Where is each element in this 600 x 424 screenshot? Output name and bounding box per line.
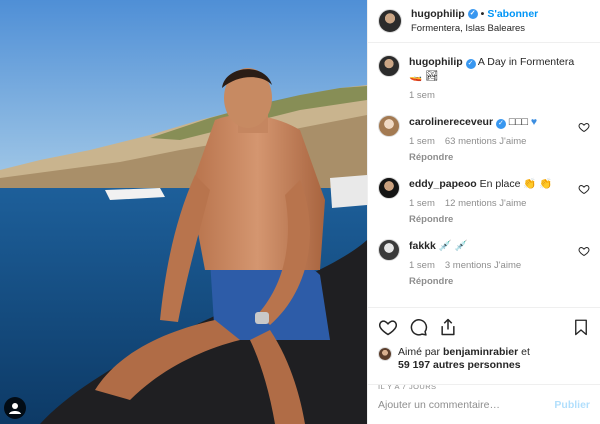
comment-time[interactable]: 1 sem — [409, 135, 435, 149]
heart-icon[interactable] — [378, 317, 398, 337]
image-emoji-icon: 🏞 — [425, 70, 439, 82]
commenter-avatar[interactable] — [378, 239, 400, 261]
photo-image — [0, 0, 367, 424]
likes-conj: et — [521, 346, 530, 358]
comment-icon[interactable] — [408, 317, 428, 337]
boat-emoji-icon: 🚤 — [409, 70, 423, 82]
add-comment-bar: Ajouter un commentaire… Publier — [368, 384, 600, 424]
verified-badge-icon: ✓ — [495, 119, 506, 129]
bookmark-icon[interactable] — [572, 317, 590, 337]
author-avatar[interactable] — [378, 9, 402, 33]
comment-likes[interactable]: 12 mentions J'aime — [445, 197, 527, 211]
post-header: hugophilip ✓ • S'abonner Formentera, Isl… — [368, 0, 600, 43]
liker-username[interactable]: benjaminrabier — [443, 346, 518, 358]
comment-username[interactable]: eddy_papeoo — [409, 178, 477, 190]
caption-time[interactable]: 1 sem — [409, 89, 435, 103]
reply-button[interactable]: Répondre — [409, 151, 578, 165]
comments-list[interactable]: hugophilip ✓ A Day in Formentera 🚤 🏞 1 s… — [368, 43, 600, 307]
location-link[interactable]: Formentera, Islas Baleares — [411, 22, 538, 35]
add-comment-input[interactable]: Ajouter un commentaire… — [378, 399, 554, 411]
like-comment-heart-icon[interactable] — [578, 183, 590, 195]
commenter-avatar[interactable] — [378, 115, 400, 137]
follow-button[interactable]: S'abonner — [487, 8, 538, 21]
comment-username[interactable]: fakkk — [409, 240, 436, 252]
comment-time[interactable]: 1 sem — [409, 259, 435, 273]
blue-heart-icon: ♥ — [530, 116, 538, 128]
comment-username[interactable]: carolinereceveur — [409, 116, 493, 128]
post-panel: hugophilip ✓ • S'abonner Formentera, Isl… — [367, 0, 600, 424]
verified-badge-icon: ✓ — [465, 59, 476, 69]
author-username[interactable]: hugophilip — [411, 8, 465, 21]
likes-prefix: Aimé par — [398, 346, 441, 358]
caption-text: A Day in Formentera — [477, 56, 575, 68]
likes-summary: Aimé par benjaminrabier et 59 197 autres… — [378, 346, 590, 372]
reply-button[interactable]: Répondre — [409, 275, 578, 289]
comment-time[interactable]: 1 sem — [409, 197, 435, 211]
comment-item: fakkk 💉 💉 1 sem 3 mentions J'aime Répond… — [378, 239, 590, 289]
post-photo[interactable] — [0, 0, 367, 424]
like-comment-heart-icon[interactable] — [578, 245, 590, 257]
action-bar — [378, 316, 590, 338]
comment-likes[interactable]: 3 mentions J'aime — [445, 259, 521, 273]
liker-avatar[interactable] — [378, 347, 392, 361]
reply-button[interactable]: Répondre — [409, 213, 578, 227]
caption-username[interactable]: hugophilip — [409, 56, 463, 68]
caption: hugophilip ✓ A Day in Formentera 🚤 🏞 1 s… — [378, 55, 590, 103]
user-tag-icon[interactable] — [4, 397, 26, 419]
instagram-post: hugophilip ✓ • S'abonner Formentera, Isl… — [0, 0, 600, 424]
share-icon[interactable] — [438, 317, 458, 337]
comment-item: carolinereceveur ✓ □□□ ♥ 1 sem 63 mentio… — [378, 115, 590, 165]
author-avatar[interactable] — [378, 55, 400, 77]
clap-emoji-icon: 👏 👏 — [523, 178, 553, 190]
verified-badge-icon: ✓ — [467, 9, 478, 19]
likes-count[interactable]: 59 197 autres personnes — [398, 359, 521, 371]
box-emoji-icon: □□□ — [508, 116, 528, 128]
syringe-emoji-icon: 💉 💉 — [438, 240, 468, 252]
commenter-avatar[interactable] — [378, 177, 400, 199]
header-separator: • — [480, 7, 485, 20]
comment-likes[interactable]: 63 mentions J'aime — [445, 135, 527, 149]
comment-text: En place — [479, 178, 521, 190]
comment-item: eddy_papeoo En place 👏 👏 1 sem 12 mentio… — [378, 177, 590, 227]
like-comment-heart-icon[interactable] — [578, 121, 590, 133]
publish-button[interactable]: Publier — [554, 399, 590, 411]
